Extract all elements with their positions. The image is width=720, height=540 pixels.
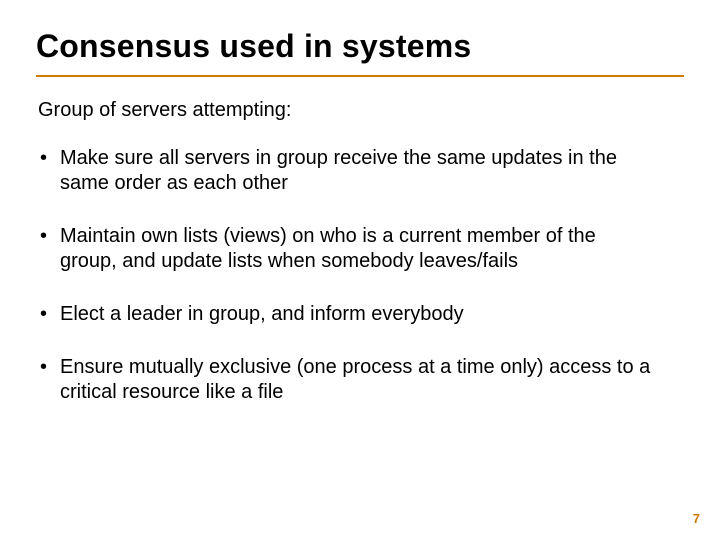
slide-title: Consensus used in systems xyxy=(36,28,684,65)
list-item: Ensure mutually exclusive (one process a… xyxy=(38,355,658,405)
title-underline xyxy=(36,75,684,77)
list-item: Maintain own lists (views) on who is a c… xyxy=(38,224,658,274)
list-item: Elect a leader in group, and inform ever… xyxy=(38,302,658,327)
page-number: 7 xyxy=(693,511,700,526)
list-item: Make sure all servers in group receive t… xyxy=(38,146,658,196)
slide: Consensus used in systems Group of serve… xyxy=(0,0,720,540)
bullet-list: Make sure all servers in group receive t… xyxy=(36,146,684,405)
intro-text: Group of servers attempting: xyxy=(36,99,684,122)
